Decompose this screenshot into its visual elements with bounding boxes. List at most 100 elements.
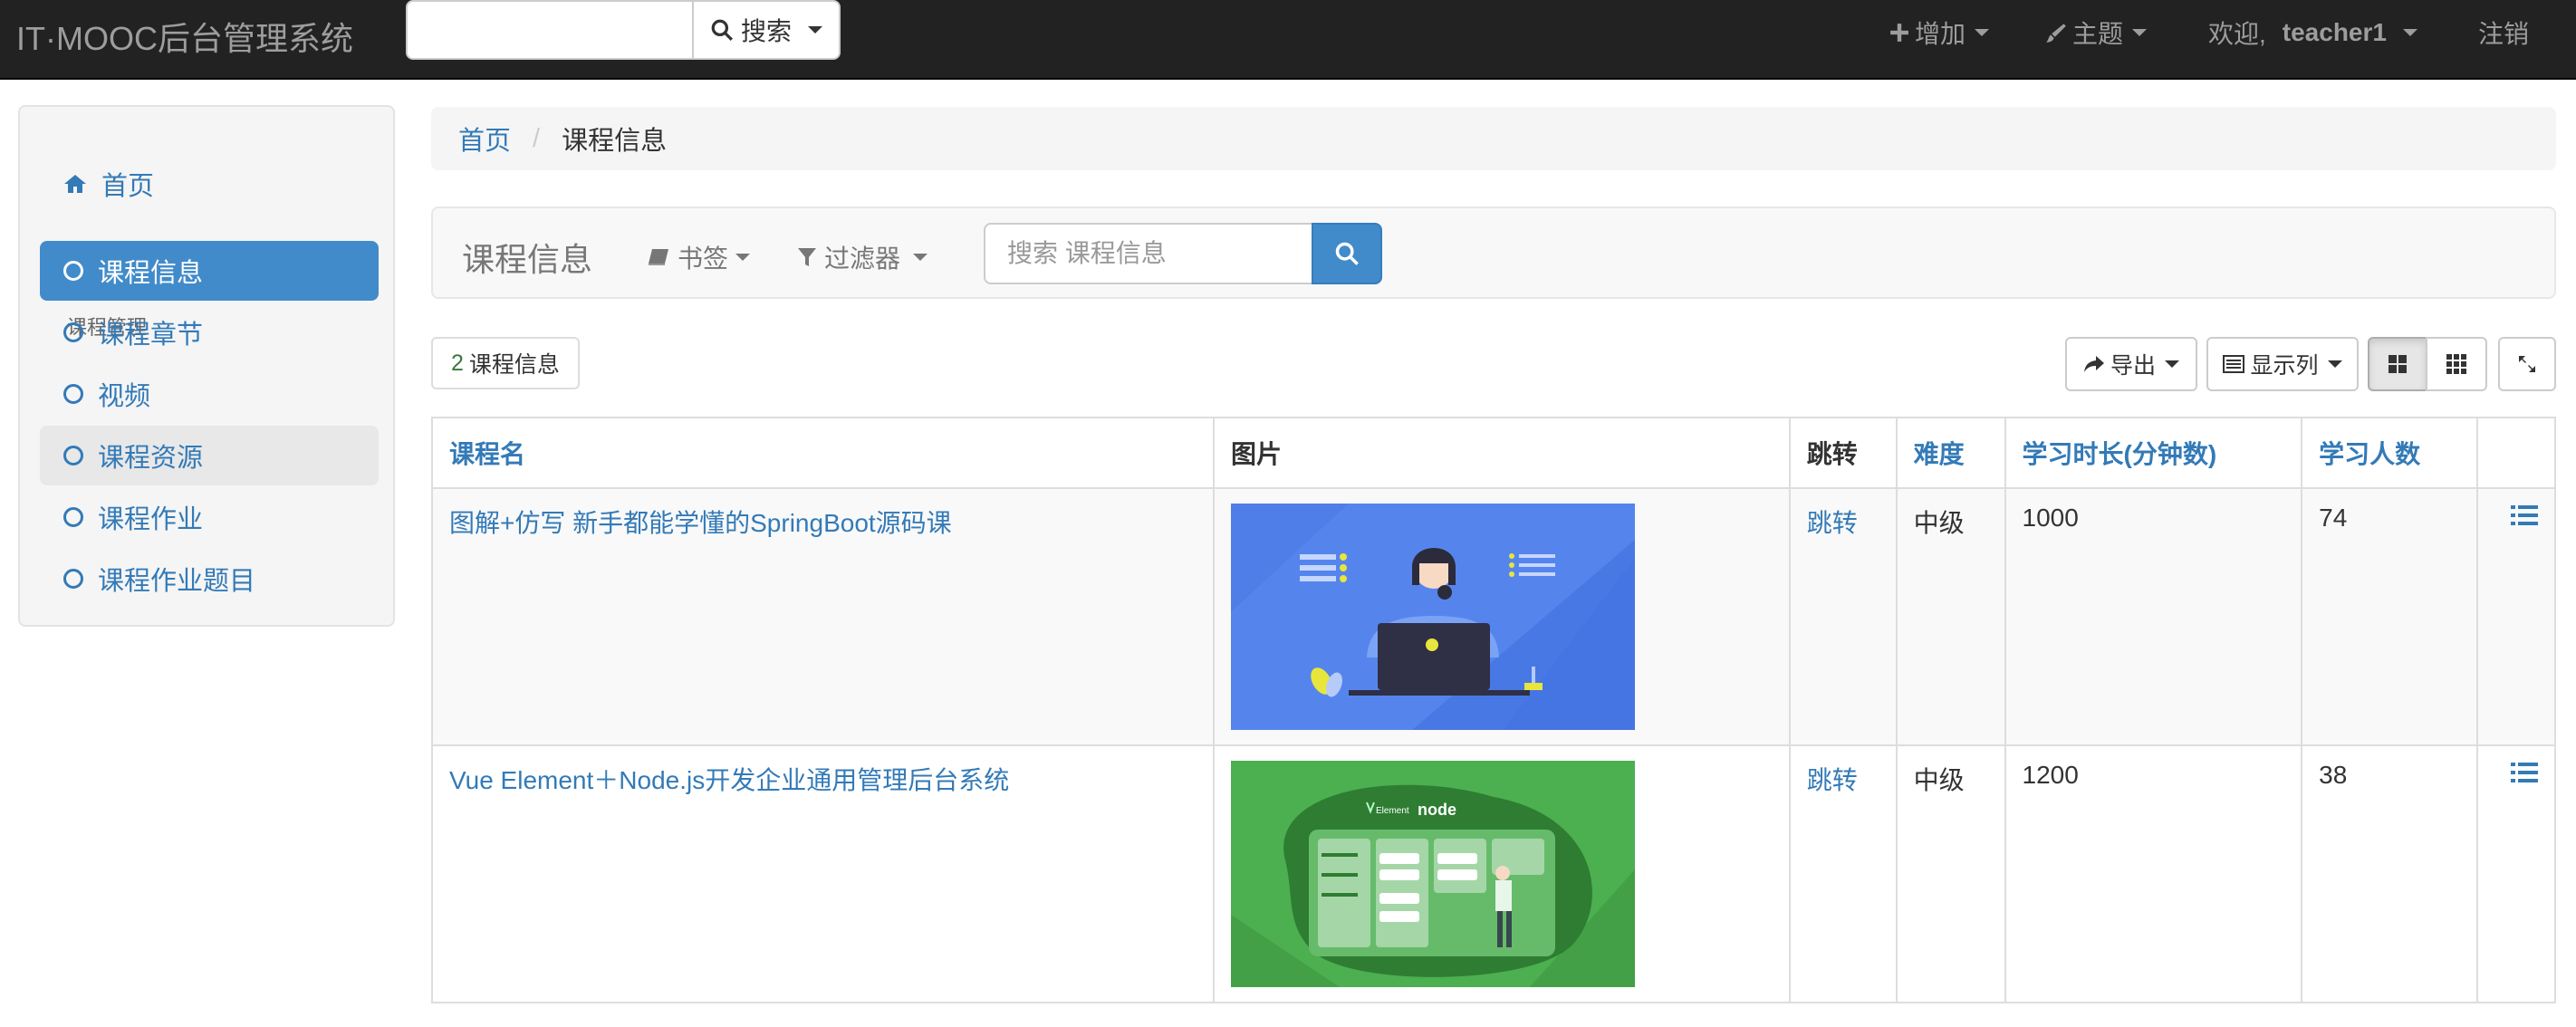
list-search-input[interactable]: 搜索 课程信息 [984,223,1312,284]
circle-icon [63,384,83,404]
table-row: Vue Element＋Node.js开发企业通用管理后台系统 Element … [431,744,2557,1003]
username: teacher1 [2282,18,2387,46]
cell-image: Element node [1212,744,1791,1003]
view-small-grid-button[interactable] [2426,337,2487,391]
large-grid-icon [2389,355,2407,373]
list-icon[interactable] [2511,761,2538,784]
table-row: 图解+仿写 新手都能学懂的SpringBoot源码课 跳转 中级 1000 74 [431,487,2557,746]
sidebar-item-label: 课程章节 [98,321,204,350]
global-search: 搜索 [406,0,841,60]
course-thumbnail-image[interactable]: Element node [1230,761,1635,987]
breadcrumb-separator: / [533,123,541,153]
export-label: 导出 [2110,353,2156,379]
sidebar-item-course-info[interactable]: 课程信息 [40,241,379,301]
result-count: 2 [451,350,464,376]
add-menu[interactable]: 增加 [1889,0,1990,65]
circle-icon [63,261,83,281]
sidebar: 首页 课程管理 课程信息 课程章节 视频 课程资源 课程作业 课程作业题目 [18,105,395,627]
chevron-down-icon [2402,29,2417,36]
cell-duration: 1200 [2004,744,2303,1003]
fullscreen-icon [2519,356,2535,372]
sidebar-item-course-chapters[interactable]: 课程章节 [40,302,379,362]
chevron-down-icon [2165,360,2179,368]
small-grid-icon [2446,354,2466,374]
column-header-difficulty[interactable]: 难度 [1895,417,2006,489]
cell-difficulty: 中级 [1895,744,2006,1003]
sidebar-item-assignment-questions[interactable]: 课程作业题目 [40,549,379,609]
result-count-label: 课程信息 [468,352,560,378]
circle-icon [63,322,83,342]
sidebar-item-course-resources[interactable]: 课程资源 [40,426,379,485]
plus-icon [1890,24,1908,42]
filter-icon [798,248,816,266]
theme-menu[interactable]: 主题 [2045,0,2148,65]
cell-difficulty: 中级 [1895,487,2006,746]
chevron-down-icon [2327,360,2342,368]
sidebar-item-label: 视频 [98,382,151,411]
top-navbar: IT·MOOC后台管理系统 搜索 增加 主题 欢迎, teacher1 注销 [0,0,2576,80]
column-header-duration[interactable]: 学习时长(分钟数) [2004,417,2303,489]
breadcrumb: 首页 / 课程信息 [431,107,2556,170]
result-count-badge: 2 课程信息 [431,337,580,389]
sidebar-item-label: 课程资源 [98,444,204,473]
chevron-down-icon [735,254,751,261]
column-header-learners[interactable]: 学习人数 [2301,417,2478,489]
fullscreen-button[interactable] [2498,337,2556,391]
add-menu-label: 增加 [1915,20,1966,48]
cell-image [1212,487,1791,746]
sidebar-item-videos[interactable]: 视频 [40,364,379,424]
list-search-button[interactable] [1312,223,1382,284]
global-search-input[interactable] [408,2,694,58]
columns-label: 显示列 [2250,353,2319,379]
sidebar-item-assignments[interactable]: 课程作业 [40,487,379,547]
theme-menu-label: 主题 [2072,20,2124,48]
jump-link[interactable]: 跳转 [1807,766,1858,794]
brand-title[interactable]: IT·MOOC后台管理系统 [16,13,353,60]
sidebar-item-home[interactable]: 首页 [40,154,379,214]
book-icon [649,249,668,265]
jump-link[interactable]: 跳转 [1807,509,1858,537]
filter-menu[interactable]: 过滤器 [797,239,928,275]
bookmark-menu[interactable]: 书签 [647,239,751,275]
column-header-label: 难度 [1913,440,1965,468]
brush-icon [2046,24,2066,43]
course-thumbnail-image[interactable] [1230,504,1635,730]
columns-button[interactable]: 显示列 [2206,337,2359,391]
page-title: 课程信息 [462,241,593,278]
sidebar-item-label: 课程信息 [98,259,204,288]
global-search-label: 搜索 [740,17,792,45]
cell-jump: 跳转 [1788,487,1898,746]
search-icon [1335,242,1359,265]
column-header-jump: 跳转 [1788,417,1898,489]
user-menu[interactable]: 欢迎, teacher1 [2208,0,2417,65]
cell-name: Vue Element＋Node.js开发企业通用管理后台系统 [431,744,1215,1003]
column-header-label: 学习人数 [2319,440,2421,468]
welcome-text: 欢迎, [2208,20,2266,48]
sidebar-item-label: 课程作业题目 [98,567,256,596]
cell-learners: 38 [2301,744,2478,1003]
list-icon[interactable] [2511,504,2538,527]
view-large-grid-button[interactable] [2368,337,2427,391]
column-header-image: 图片 [1212,417,1791,489]
logout-link[interactable]: 注销 [2478,0,2529,65]
home-icon [64,175,86,193]
global-search-button[interactable]: 搜索 [694,2,839,58]
chevron-down-icon [1975,29,1990,36]
search-icon [711,19,733,41]
course-name-link[interactable]: Vue Element＋Node.js开发企业通用管理后台系统 [449,766,1009,794]
course-name-link[interactable]: 图解+仿写 新手都能学懂的SpringBoot源码课 [449,509,952,537]
circle-icon [63,569,83,589]
cell-actions [2475,744,2557,1003]
list-alt-icon [2223,355,2245,373]
bookmark-label: 书签 [678,245,729,273]
thumbnail-brand-text: Element [1376,806,1409,816]
column-header-name[interactable]: 课程名 [431,417,1215,489]
column-header-label: 课程名 [449,440,526,468]
cell-jump: 跳转 [1788,744,1898,1003]
sidebar-item-label: 首页 [101,172,155,201]
chevron-down-icon [2132,29,2148,36]
share-icon [2083,356,2104,372]
breadcrumb-home[interactable]: 首页 [458,120,511,158]
cell-duration: 1000 [2004,487,2303,746]
export-button[interactable]: 导出 [2065,337,2197,391]
